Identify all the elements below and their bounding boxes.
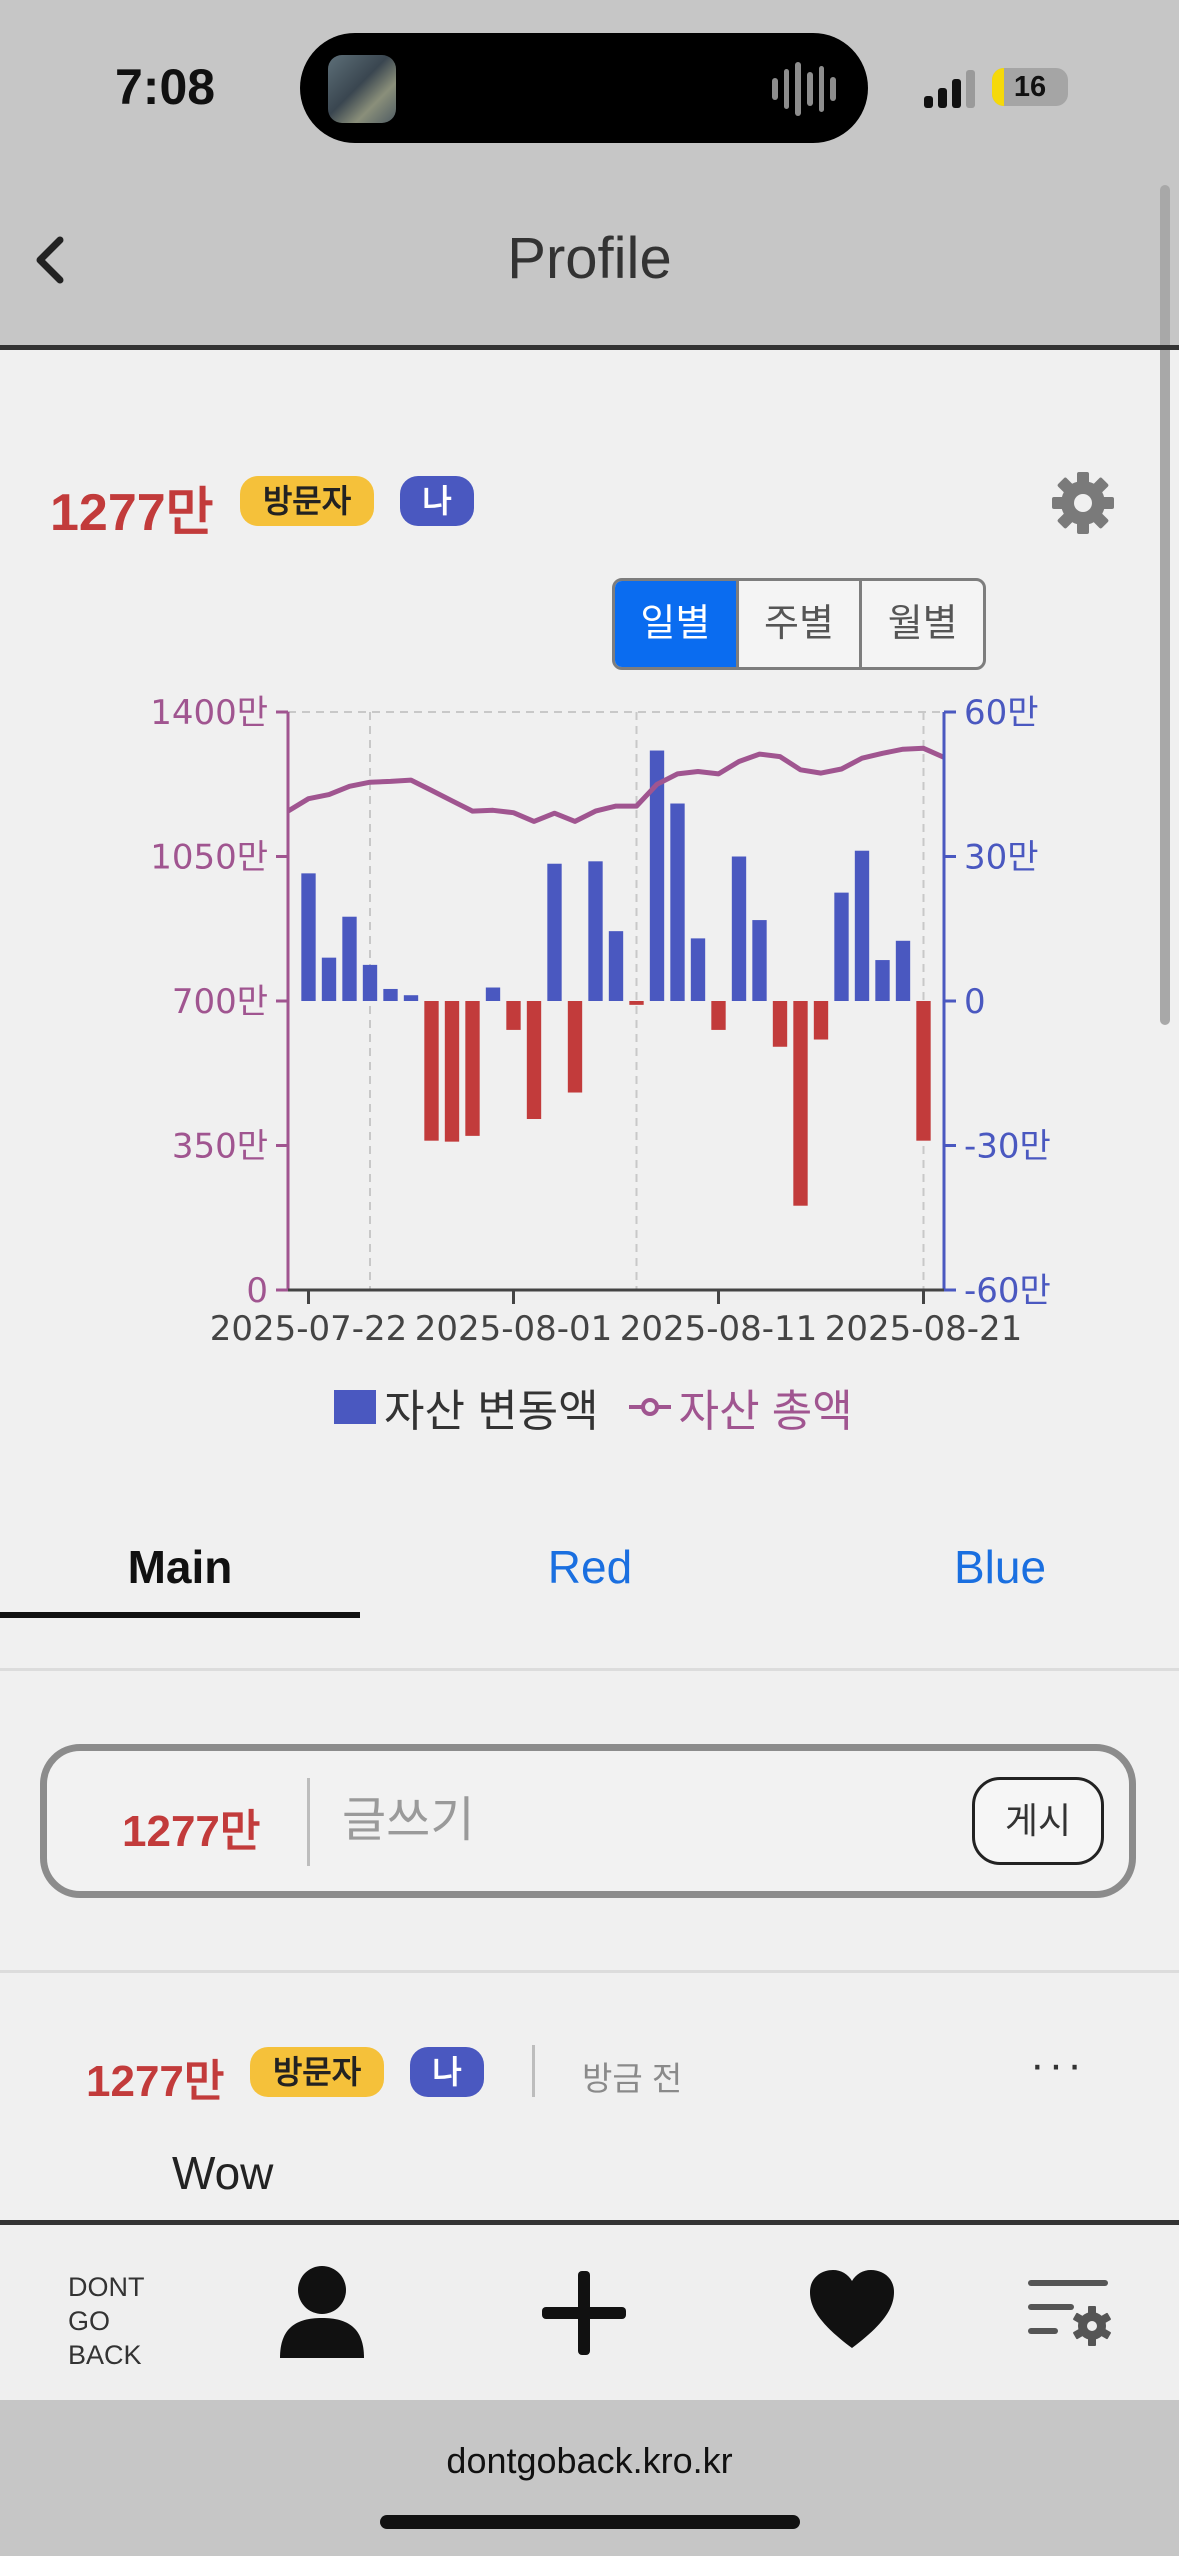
x-axis-labels: 2025-07-22 2025-08-01 2025-08-11 2025-08-21: [210, 1309, 1023, 1349]
left-tick-label: 0: [246, 1271, 268, 1311]
period-daily-button[interactable]: 일별: [615, 581, 736, 667]
bar-2025-07-27: [403, 995, 419, 1001]
add-icon[interactable]: [538, 2267, 630, 2359]
asset-chart: 0 350만 700만 1050만 1400만 -60만 -30만 0 30만 60만 2025…: [150, 693, 1051, 1349]
bar-2025-08-14: [772, 1001, 788, 1047]
right-tick-label: 0: [964, 982, 986, 1022]
bar-2025-07-30: [465, 1001, 480, 1136]
status-time: 7:08: [115, 59, 216, 115]
x-tick-label: 2025-08-11: [620, 1309, 818, 1349]
bar-2025-08-21: [916, 1001, 931, 1141]
bar-2025-08-19: [875, 960, 890, 1001]
gear-icon[interactable]: [1050, 470, 1116, 536]
x-tick-label: 2025-08-01: [415, 1309, 613, 1349]
bar-2025-08-01: [506, 1001, 521, 1030]
bar-2025-08-07: [629, 1001, 644, 1005]
right-axis-labels: -60만 -30만 0 30만 60만: [964, 693, 1051, 1311]
battery-level: 16: [1013, 71, 1047, 103]
x-tick-label: 2025-08-21: [825, 1309, 1023, 1349]
post-input[interactable]: [340, 1784, 944, 1856]
composer-amount: 1277만: [122, 1807, 261, 1856]
profile-icon[interactable]: [278, 2264, 366, 2360]
right-tick-label: -30만: [964, 1127, 1051, 1167]
tab-red[interactable]: Red: [470, 1540, 710, 1594]
audio-waveform-icon: [772, 62, 837, 116]
post-author-amount: 1277만: [86, 2057, 225, 2106]
left-axis-labels: 0 350만 700만 1050만 1400만: [150, 693, 268, 1311]
composer-divider: [307, 1778, 310, 1866]
bar-2025-07-22: [301, 873, 316, 1001]
bar-2025-08-03: [547, 863, 562, 1001]
period-monthly-button[interactable]: 월별: [859, 581, 983, 667]
legend-bar-label: 자산 변동액: [384, 1387, 599, 1436]
bar-2025-08-13: [752, 920, 767, 1001]
right-tick-label: 30만: [964, 838, 1039, 878]
bar-2025-08-11: [711, 1001, 726, 1030]
app-logo[interactable]: DONT GO BACK: [68, 2270, 145, 2372]
chart-axes: [276, 710, 956, 1304]
tab-main[interactable]: Main: [0, 1540, 360, 1594]
legend-bar-swatch: [334, 1390, 376, 1424]
post-visitor-badge: 방문자: [250, 2047, 384, 2097]
bar-2025-08-17: [834, 892, 849, 1001]
left-tick-label: 1050만: [150, 838, 268, 878]
post-body: Wow: [172, 2147, 274, 2199]
left-tick-label: 700만: [172, 982, 268, 1022]
bar-2025-08-16: [813, 1001, 829, 1040]
section-divider: [0, 1970, 1179, 1973]
bar-2025-07-29: [444, 1001, 460, 1142]
list-settings-icon[interactable]: [1026, 2276, 1114, 2348]
bar-2025-08-20: [895, 940, 911, 1001]
bar-2025-07-26: [383, 988, 398, 1001]
bar-2025-08-06: [608, 931, 624, 1001]
profile-amount: 1277만: [50, 484, 214, 542]
post-meta-divider: [532, 2045, 535, 2097]
active-tab-underline: [0, 1612, 360, 1618]
total-asset-line: [286, 745, 946, 824]
right-tick-label: -60만: [964, 1271, 1051, 1311]
post-more-button[interactable]: ···: [1030, 2040, 1086, 2090]
bar-2025-08-10: [690, 938, 706, 1001]
bar-2025-07-23: [321, 957, 337, 1001]
bar-2025-08-05: [588, 861, 603, 1001]
page-title: Profile: [507, 226, 672, 291]
heart-icon[interactable]: [808, 2268, 896, 2350]
legend-line-swatch: [628, 1398, 671, 1416]
section-divider: [0, 1668, 1179, 1671]
bar-2025-07-24: [342, 916, 357, 1001]
header-divider: [0, 345, 1179, 350]
legend-line-label: 자산 총액: [678, 1387, 853, 1436]
battery-icon: 16: [992, 68, 1068, 106]
url-bar[interactable]: dontgoback.kro.kr: [0, 2440, 1179, 2482]
tab-blue[interactable]: Blue: [880, 1540, 1120, 1594]
period-toggle: 일별 주별 월별: [612, 578, 986, 670]
bar-2025-07-25: [362, 964, 378, 1001]
left-tick-label: 1400만: [150, 693, 268, 733]
visitor-badge: 방문자: [240, 476, 374, 526]
bar-2025-08-12: [731, 856, 747, 1001]
x-tick-label: 2025-07-22: [210, 1309, 408, 1349]
left-tick-label: 350만: [172, 1127, 268, 1167]
right-tick-label: 60만: [964, 693, 1039, 733]
me-badge: 나: [400, 476, 474, 526]
bar-2025-08-02: [526, 1001, 542, 1120]
bar-2025-08-15: [793, 1001, 808, 1206]
post-me-badge: 나: [410, 2047, 484, 2097]
home-indicator: [380, 2515, 800, 2529]
now-playing-thumbnail[interactable]: [328, 55, 396, 123]
bar-2025-07-28: [424, 1001, 439, 1141]
bar-2025-08-04: [567, 1001, 583, 1093]
bar-series: [301, 750, 931, 1206]
bar-2025-08-18: [854, 850, 870, 1001]
post-timestamp: 방금 전: [582, 2060, 683, 2097]
period-weekly-button[interactable]: 주별: [735, 581, 860, 667]
chart-legend: 자산 변동액 자산 총액: [334, 1375, 853, 1439]
bar-2025-07-31: [485, 987, 501, 1001]
cellular-signal-icon: [924, 68, 978, 108]
bar-2025-08-09: [670, 803, 685, 1001]
post-button[interactable]: 게시: [972, 1777, 1104, 1865]
